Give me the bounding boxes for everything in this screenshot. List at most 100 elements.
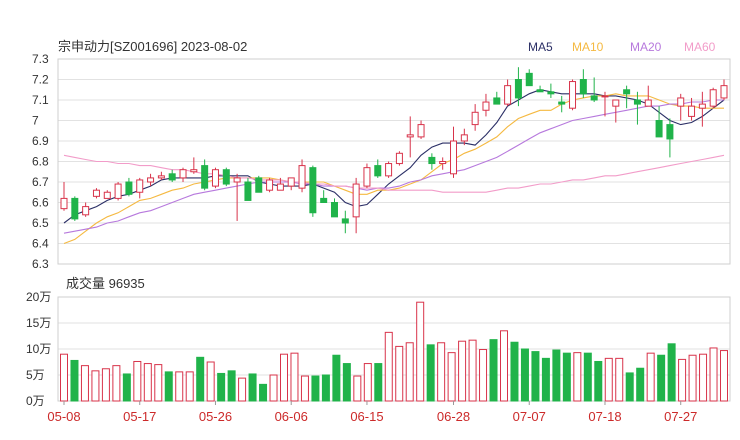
volume-panel: 20万 15万 10万 5万 0万: [26, 290, 731, 408]
volume-bar: [342, 363, 351, 402]
candle-body: [514, 79, 522, 99]
volume-bar: [185, 371, 194, 402]
candle: [320, 190, 328, 203]
candle-body: [450, 140, 458, 175]
volume-bar: [437, 342, 446, 402]
volume-bar: [667, 343, 676, 402]
candle-body: [168, 173, 176, 181]
volume-bar: [500, 330, 508, 402]
volume-bar: [353, 375, 362, 402]
candle: [266, 177, 274, 193]
candle-body: [211, 169, 219, 187]
candle: [179, 167, 187, 182]
candle-body: [471, 111, 479, 126]
candle-body: [601, 95, 609, 98]
candle: [482, 93, 490, 117]
volume-bar: [60, 353, 68, 402]
candle-body: [201, 165, 209, 189]
volume-bar: [604, 357, 613, 402]
ma-line-ma5: [63, 89, 725, 224]
volume-bar: [259, 383, 268, 402]
candle-body: [341, 218, 349, 224]
candle-body: [417, 124, 425, 138]
price-tick-label: 6.7: [32, 175, 49, 189]
candle-body: [352, 183, 360, 218]
volume-bar: [374, 363, 383, 402]
candle-body: [222, 169, 230, 185]
candle-body: [233, 177, 241, 183]
price-tick-label: 6.4: [32, 237, 49, 251]
candle-body: [666, 124, 674, 140]
candle-body: [655, 120, 663, 138]
volume-bar: [175, 371, 184, 402]
candle-body: [136, 179, 144, 193]
volume-bar: [699, 353, 708, 402]
chart-title: 宗申动力[SZ001696] 2023-08-02: [58, 39, 247, 54]
candle: [406, 116, 414, 158]
stock-chart: 宗申动力[SZ001696] 2023-08-02 MA5 MA10 MA20 MA6…: [26, 39, 731, 424]
candle-body: [590, 95, 598, 101]
x-tick-label: 06-15: [350, 409, 383, 424]
candle: [92, 188, 100, 199]
volume-bar: [363, 363, 372, 402]
candle-body: [439, 161, 447, 165]
candle: [71, 196, 79, 221]
price-tick-label: 6.9: [32, 134, 49, 148]
candle: [709, 87, 717, 109]
volume-bar: [426, 344, 435, 402]
candle: [547, 83, 555, 98]
candle: [211, 167, 219, 189]
volume-bar: [646, 352, 655, 402]
volume-bar: [91, 370, 100, 402]
chart-legend: MA5 MA10 MA20 MA60: [528, 40, 716, 54]
candle-body: [363, 167, 371, 187]
candle-body: [266, 179, 274, 191]
x-tick-label: 05-26: [199, 409, 232, 424]
volume-bar: [206, 361, 215, 402]
candle: [222, 167, 230, 187]
x-tick-label: 06-06: [275, 409, 308, 424]
candle: [385, 161, 393, 178]
volume-bar: [112, 365, 121, 402]
candle-body: [103, 191, 111, 199]
candle-body: [644, 99, 652, 107]
price-tick-label: 6.6: [32, 196, 49, 210]
volume-bar: [384, 331, 393, 402]
candle-body: [157, 175, 165, 179]
volume-bar: [101, 368, 110, 402]
candle: [287, 177, 295, 191]
candle-body: [395, 152, 403, 165]
candle-body: [406, 134, 414, 138]
x-tick-label: 07-27: [664, 409, 697, 424]
volume-bar: [290, 352, 299, 402]
candle: [569, 79, 577, 111]
candle: [417, 120, 425, 139]
candle: [330, 198, 338, 218]
volume-tick-label: 5万: [26, 368, 45, 382]
candle: [190, 157, 198, 174]
candle: [125, 177, 133, 197]
candle: [590, 77, 598, 103]
candle-body: [330, 202, 338, 218]
volume-bar: [479, 349, 488, 402]
volume-bar: [541, 357, 550, 402]
volume-bar: [657, 354, 666, 402]
candle: [558, 95, 566, 113]
candle: [439, 157, 447, 170]
candle-body: [536, 89, 544, 93]
candle-body: [71, 197, 79, 220]
candle-body: [287, 177, 295, 187]
volume-bar: [196, 356, 205, 402]
candle-body: [493, 97, 501, 105]
candle: [136, 177, 144, 199]
price-tick-label: 7.1: [32, 93, 49, 107]
candle-body: [114, 183, 122, 199]
candle-body: [298, 165, 306, 189]
volume-bar: [458, 340, 467, 402]
volume-bar: [321, 374, 330, 402]
x-tick-label: 07-07: [513, 409, 546, 424]
volume-bar: [625, 372, 634, 402]
price-tick-label: 7.3: [32, 52, 49, 66]
candle: [363, 163, 371, 189]
volume-bar: [562, 352, 571, 402]
